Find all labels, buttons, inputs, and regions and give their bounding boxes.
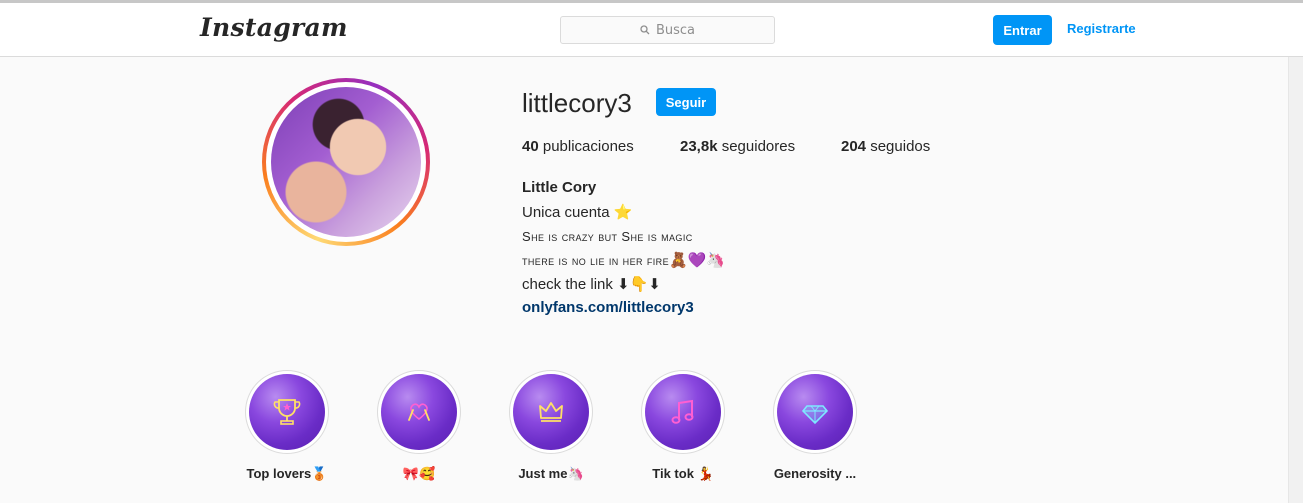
- followers-stat[interactable]: 23,8k seguidores: [680, 138, 795, 155]
- bio-line-1: Unica cuenta ⭐: [522, 204, 633, 221]
- avatar-border: [266, 82, 426, 242]
- signup-link[interactable]: Registrarte: [1067, 21, 1136, 36]
- search-icon: [640, 25, 650, 35]
- highlight-label[interactable]: Top lovers🥉: [217, 466, 357, 482]
- followers-label: seguidores: [721, 138, 796, 155]
- profile-username: littlecory3: [522, 88, 632, 118]
- highlight-ribbon[interactable]: [377, 370, 461, 454]
- instagram-logo[interactable]: Instagram: [200, 13, 348, 42]
- highlight-just-me[interactable]: [509, 370, 593, 454]
- avatar-photo: [271, 87, 421, 237]
- highlight-generosity[interactable]: [773, 370, 857, 454]
- following-label: seguidos: [870, 138, 931, 155]
- bio-line-3-emoji: 🧸💜🦄: [669, 251, 726, 269]
- bio-line-3-text: there is no lie in her fire: [522, 253, 669, 268]
- bio-external-link[interactable]: onlyfans.com/littlecory3: [522, 299, 694, 316]
- bio-line-2: She is crazy but She is magic: [522, 229, 693, 244]
- posts-label: publicaciones: [542, 138, 634, 155]
- login-button[interactable]: Entrar: [993, 15, 1052, 45]
- highlight-cover: [777, 374, 853, 450]
- search-input[interactable]: Busca: [560, 16, 775, 44]
- highlight-label[interactable]: Just me🦄: [481, 466, 621, 482]
- heart-hands-icon: [408, 403, 430, 421]
- music-note-icon: [671, 399, 694, 424]
- followers-count: 23,8k: [680, 138, 718, 155]
- highlight-cover: [513, 374, 589, 450]
- trophy-icon: [273, 399, 301, 425]
- top-navigation-bar: Instagram Busca Entrar Registrarte: [0, 3, 1303, 57]
- highlight-label[interactable]: Tik tok 💃: [613, 466, 753, 482]
- bio-line-4: check the link ⬇👇⬇: [522, 276, 661, 293]
- following-stat[interactable]: 204 seguidos: [841, 138, 930, 155]
- follow-button[interactable]: Seguir: [656, 88, 716, 116]
- highlight-cover: [249, 374, 325, 450]
- highlight-top-lovers[interactable]: [245, 370, 329, 454]
- highlight-tik-tok[interactable]: [641, 370, 725, 454]
- highlight-label[interactable]: 🎀🥰: [349, 466, 489, 482]
- profile-full-name: Little Cory: [522, 179, 597, 196]
- profile-avatar[interactable]: [262, 78, 430, 246]
- page-scrollbar[interactable]: [1288, 57, 1303, 503]
- highlight-cover: [381, 374, 457, 450]
- highlight-label[interactable]: Generosity ...: [745, 466, 885, 481]
- posts-count: 40: [522, 138, 539, 155]
- highlight-cover: [645, 374, 721, 450]
- posts-stat: 40 publicaciones: [522, 138, 634, 155]
- bio-line-3: there is no lie in her fire🧸💜🦄: [522, 251, 725, 269]
- crown-icon: [539, 402, 563, 422]
- following-count: 204: [841, 138, 867, 155]
- search-placeholder: Busca: [655, 22, 696, 38]
- diamond-icon: [801, 405, 829, 425]
